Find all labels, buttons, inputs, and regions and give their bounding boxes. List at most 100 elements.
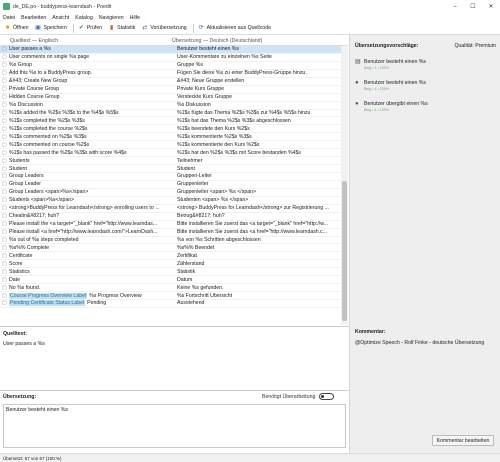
table-row[interactable]: ▢ Score Zählerstand xyxy=(0,260,341,269)
validate-label: Prüfen xyxy=(86,25,103,31)
table-row[interactable]: ▢ Pending Certificate Status Label Pending… xyxy=(0,300,341,308)
table-row[interactable]: ▢ %s Discussion %s Diskussion xyxy=(0,102,341,110)
entry-status-icon: ▢ xyxy=(2,117,7,124)
table-row[interactable]: ▢ %1$s has passed the %2$s %3$s with scor… xyxy=(0,149,341,158)
table-row[interactable]: ▢ Group Leaders <span>%s</span> Gruppenlei… xyxy=(0,189,341,197)
pretranslate-icon: ⇄ xyxy=(142,24,148,31)
table-row[interactable]: ▢ Please install the <a target="_blank" h… xyxy=(0,221,341,229)
translation-input[interactable]: Benutzer besteht einen %s xyxy=(3,404,346,448)
source-cell: Students xyxy=(9,158,172,164)
source-cell: <strong>BuddyPress for Learndash</strong… xyxy=(9,205,172,211)
needs-work-toggle[interactable] xyxy=(319,393,335,400)
validate-button[interactable]: ✔ Prüfen xyxy=(78,25,102,32)
source-text: %1$s commented on course %2$s xyxy=(9,141,90,148)
table-row[interactable]: ▢ <strong>BuddyPress for Learndash</stron… xyxy=(0,205,341,213)
edit-comment-button[interactable]: Kommentar bearbeiten xyxy=(432,435,494,446)
source-text: %s Discussion xyxy=(9,102,43,109)
entry-status-icon: ▢ xyxy=(2,189,7,196)
translation-cell: Bitte installieren Sie zuerst das <a tar… xyxy=(177,221,329,228)
column-header-source[interactable]: Quelltext — Englisch xyxy=(0,38,172,44)
table-row[interactable]: ▢ %1$s completed the %2$s %3$s %1$s hat da… xyxy=(0,117,341,126)
minimize-button[interactable]: – xyxy=(446,0,464,13)
table-row[interactable]: ▢ %s Group Gruppe %s xyxy=(0,62,341,70)
table-row[interactable]: ▢ %1$s commented on course %2$s %1$s komme… xyxy=(0,141,341,150)
translation-cell: Zählerstand xyxy=(177,260,205,267)
menu-ansicht[interactable]: Ansicht xyxy=(52,15,69,21)
table-row[interactable]: ▢ Please install <a href="http://www.lear… xyxy=(0,229,341,237)
table-row[interactable]: ▢ Statistics Statistik xyxy=(0,268,341,277)
entry-status-icon: ▢ xyxy=(2,244,7,251)
table-row[interactable]: ▢ Course Progress Overview Label %s Progre… xyxy=(0,292,341,300)
table-row[interactable]: ▢ %1$s completed the course %2$s %1$s been… xyxy=(0,125,341,134)
table-row[interactable]: ▢ User passes a %s Benutzer besteht einen … xyxy=(0,46,341,54)
maximize-button[interactable]: ☐ xyxy=(464,0,482,13)
entry-list[interactable]: ▢ User passes a %s Benutzer besteht einen … xyxy=(0,46,341,325)
menu-datei[interactable]: Datei xyxy=(3,15,15,21)
translation-cell: Student xyxy=(177,165,195,172)
suggestion-item[interactable]: ● Benutzer übergibt einen %s Beig • 4 • … xyxy=(355,101,496,112)
menu-hilfe[interactable]: Hilfe xyxy=(130,15,140,21)
entry-status-icon: ▢ xyxy=(2,276,7,283)
close-button[interactable]: ✕ xyxy=(482,0,500,13)
source-text: User passes a %s xyxy=(3,341,45,347)
source-text: &#43; Create New Group xyxy=(9,78,68,85)
table-row[interactable]: ▢ User comments on single %s page User-Kom… xyxy=(0,54,341,62)
translation-cell: <strong> BuddyPress for Learndash</stron… xyxy=(177,205,329,212)
entry-status-icon: ▢ xyxy=(2,229,7,236)
table-row[interactable]: ▢ Private Course Group Private Kurs Gruppe xyxy=(0,86,341,94)
entry-status-icon: ▢ xyxy=(2,284,7,291)
source-text: Date xyxy=(9,276,20,283)
source-cell: Certificate xyxy=(9,253,172,259)
source-text: Please install <a href="http://www.learn… xyxy=(9,229,158,236)
source-cell: Group Leaders <span>%s</span> xyxy=(9,189,172,195)
quality-indicator[interactable]: Qualität: Premium xyxy=(454,43,496,49)
scrollbar-thumb[interactable] xyxy=(342,181,347,321)
menu-navigieren[interactable]: Navigieren xyxy=(99,15,124,21)
table-row[interactable]: ▢ Student Student xyxy=(0,165,341,173)
entry-status-icon: ▢ xyxy=(2,181,7,188)
folder-icon: ■ xyxy=(5,24,10,31)
table-row[interactable]: ▢ &#43; Create New Group &#43; Neue Gruppe… xyxy=(0,78,341,86)
save-label: Speichern xyxy=(43,25,67,31)
column-header-translation[interactable]: Übersetzung — Deutsch (Deutschland) xyxy=(172,38,342,44)
table-row[interactable]: ▢ Cheatin&#8217; huh? Betrug&#8217; huh? xyxy=(0,213,341,221)
needs-work-control[interactable]: Benötigt Überarbeitung xyxy=(262,393,335,400)
menu-bearbeiten[interactable]: Bearbeiten xyxy=(21,15,46,21)
table-row[interactable]: ▢ Group Leader Gruppenleiter xyxy=(0,181,341,189)
table-row[interactable]: ▢ %s out of %s steps completed %s von %s S… xyxy=(0,237,341,245)
entry-status-icon: ▢ xyxy=(2,252,7,259)
statistics-label: Statistik xyxy=(117,25,136,31)
suggestion-text: Benutzer übergibt einen %s xyxy=(364,101,428,107)
table-row[interactable]: ▢ Students Teilnehmer xyxy=(0,157,341,166)
pretranslate-button[interactable]: ⇄ Vorübersetzung xyxy=(141,25,186,32)
table-row[interactable]: ▢ Date Datum xyxy=(0,276,341,285)
table-row[interactable]: ▢ Hidden Course Group Versteckte Kurs Grup… xyxy=(0,94,341,102)
translation-cell: Gruppe %s xyxy=(177,62,203,69)
entry-status-icon: ▢ xyxy=(2,62,7,69)
update-from-source-button[interactable]: ⟳ Aktualisieren aus Quellcode xyxy=(198,25,271,32)
context-tag: Course Progress Overview Label xyxy=(9,292,88,299)
table-row[interactable]: ▢ Add this %s to a BuddyPress group. Fügen… xyxy=(0,70,341,78)
translation-cell: %1$s hat den %2$s %3$s mit Score bestand… xyxy=(177,149,301,156)
table-row[interactable]: ▢ %1$s added the %2$s %3$s to the %4$s %5… xyxy=(0,110,341,118)
table-row[interactable]: ▢ No %s found. Keine %s gefunden. xyxy=(0,284,341,293)
table-row[interactable]: ▢ %s%% Complete %s%% Beendet xyxy=(0,244,341,253)
suggestion-text: Benutzer besteht einen %s xyxy=(364,59,427,65)
list-header: Quelltext — Englisch Übersetzung — Deuts… xyxy=(0,37,348,46)
toolbar-separator xyxy=(72,23,74,33)
table-row[interactable]: ▢ Students <span>%s</span> Studenten <span… xyxy=(0,197,341,205)
menu-katalog[interactable]: Katalog xyxy=(75,15,93,21)
open-button[interactable]: ■ Öffnen xyxy=(4,24,29,32)
list-scrollbar[interactable] xyxy=(341,46,348,325)
table-row[interactable]: ▢ Certificate Zertifikat xyxy=(0,252,341,261)
translation-cell: %s Diskussion xyxy=(177,102,211,109)
table-row[interactable]: ▢ Group Leaders Gruppen-Leiter xyxy=(0,173,341,181)
toolbar-separator xyxy=(192,23,194,33)
suggestion-item[interactable]: ● Benutzer besteht einen %s Beig • 4 • 1… xyxy=(355,80,496,91)
save-button[interactable]: ▣ Speichern xyxy=(34,25,67,32)
table-row[interactable]: ▢ %1$s commented on %2$s %3$s %1$s komment… xyxy=(0,133,341,142)
suggestion-item[interactable]: ▤ Benutzer besteht einen %s Beig • 1 • 1… xyxy=(355,59,496,70)
source-text: Student xyxy=(9,165,27,172)
refresh-icon: ⟳ xyxy=(198,24,204,31)
statistics-button[interactable]: ▮ Statistik xyxy=(108,25,135,32)
